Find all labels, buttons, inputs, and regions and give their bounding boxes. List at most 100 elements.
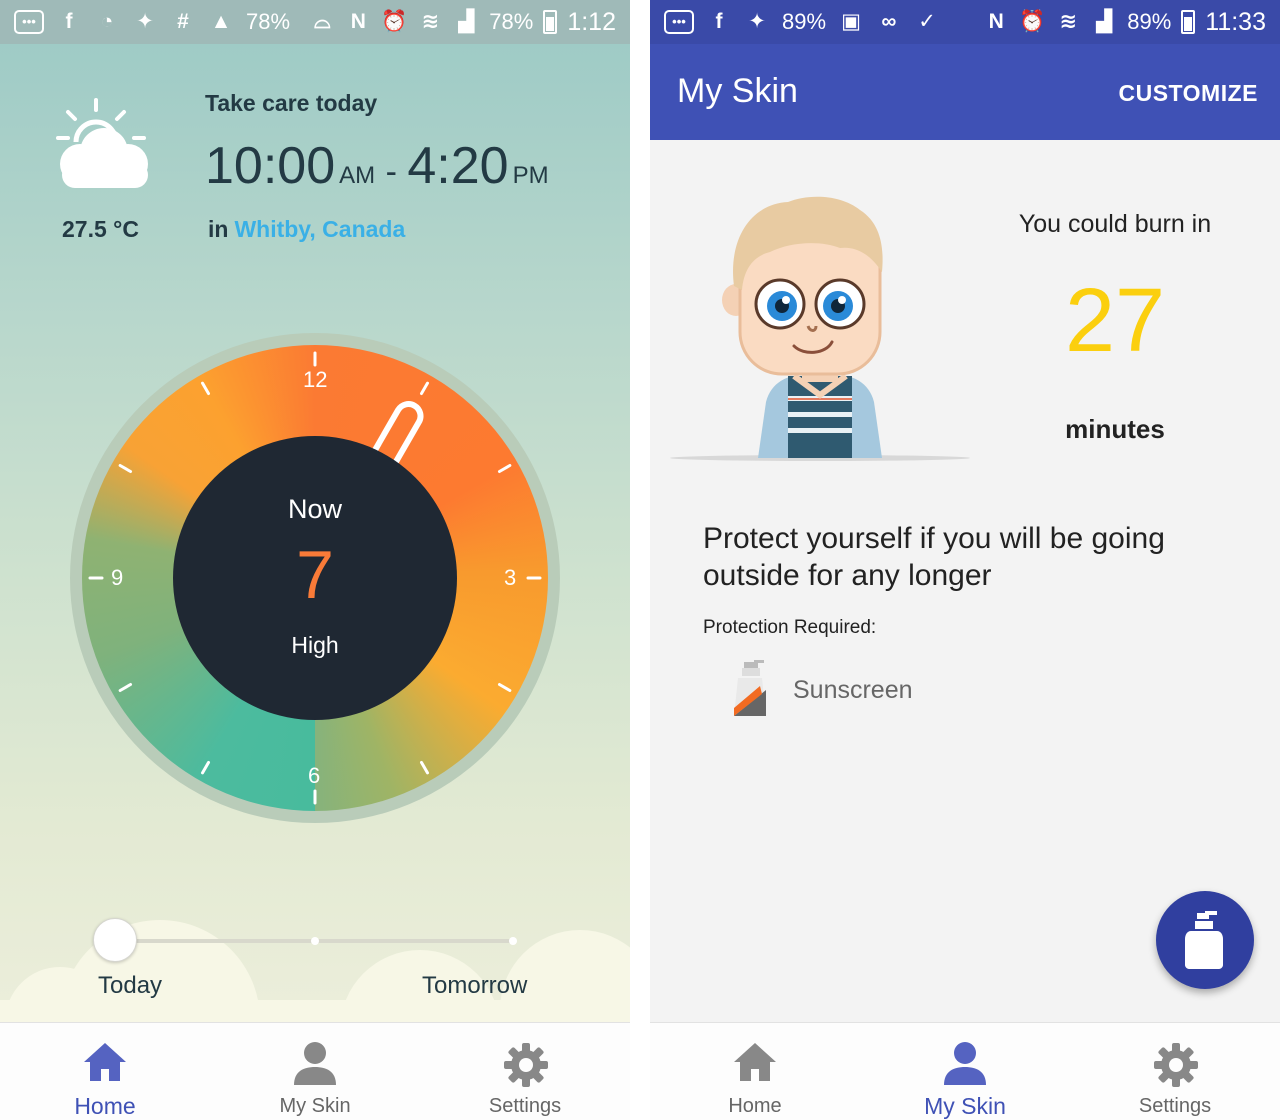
location-link[interactable]: Whitby, Canada bbox=[234, 216, 405, 242]
dial-tick bbox=[497, 464, 512, 473]
day-slider-midpoint bbox=[311, 937, 319, 945]
home-screen: ••• f ◔ ✦ # ▲ 78% ⌓ N ⏰ ≋ ▟ 78% 1:12 27.… bbox=[0, 0, 630, 1120]
protection-advice: Protect yourself if you will be going ou… bbox=[703, 522, 1165, 592]
nav-home[interactable]: Home bbox=[0, 1023, 210, 1120]
slack-icon: # bbox=[177, 10, 189, 33]
care-end-time: 4:20 bbox=[407, 137, 509, 195]
battery-icon bbox=[543, 10, 558, 34]
home-icon bbox=[84, 1043, 126, 1081]
burn-time-value: 27 bbox=[1064, 271, 1166, 371]
now-label: Now bbox=[287, 494, 342, 524]
nav-my-skin[interactable]: My Skin bbox=[860, 1023, 1070, 1120]
signal-icon: ▟ bbox=[458, 10, 475, 33]
day-slider-endpoint bbox=[509, 937, 517, 945]
care-start-period: AM bbox=[339, 162, 376, 189]
dial-tick bbox=[118, 683, 133, 692]
location-line: in Whitby, Canada bbox=[208, 216, 405, 243]
incognito-icon: ⌓ bbox=[313, 10, 331, 33]
twitter-icon: ✦ bbox=[748, 10, 766, 33]
care-title: Take care today bbox=[205, 90, 378, 116]
protection-item-sunscreen: Sunscreen bbox=[793, 676, 913, 704]
person-icon bbox=[944, 1042, 986, 1085]
dial-tick bbox=[118, 464, 133, 473]
nav-my-skin[interactable]: My Skin bbox=[210, 1023, 420, 1120]
day-slider[interactable] bbox=[93, 918, 525, 964]
alarm-icon: ⏰ bbox=[381, 10, 408, 33]
image-icon: ▣ bbox=[841, 10, 861, 33]
dial-hour-3: 3 bbox=[504, 565, 517, 590]
nav-settings-label: Settings bbox=[1138, 1095, 1212, 1117]
temperature: 27.5 °C bbox=[62, 216, 139, 242]
care-end-period: PM bbox=[512, 162, 549, 189]
voicemail-icon: ∞ bbox=[881, 10, 897, 33]
status-bar: ••• f ✦ 89% ▣ ∞ ✓ N ⏰ ≋ ▟ 89% 11:33 bbox=[650, 0, 1280, 44]
battery-icon bbox=[1181, 10, 1196, 34]
dial-tick bbox=[420, 760, 429, 775]
messenger-icon: ◔ bbox=[100, 10, 114, 33]
page-title: My Skin bbox=[677, 72, 798, 110]
gear-icon bbox=[1154, 1043, 1198, 1087]
care-time-range: 10:00 AM - 4:20 PM bbox=[205, 136, 549, 196]
status-bar: ••• f ◔ ✦ # ▲ 78% ⌓ N ⏰ ≋ ▟ 78% 1:12 bbox=[0, 0, 630, 44]
alarm-icon: ⏰ bbox=[1019, 10, 1046, 33]
my-skin-screen: ••• f ✦ 89% ▣ ∞ ✓ N ⏰ ≋ ▟ 89% 11:33 My S… bbox=[650, 0, 1280, 1120]
care-time-separator: - bbox=[385, 153, 397, 191]
nav-settings-label: Settings bbox=[488, 1095, 562, 1117]
person-icon bbox=[294, 1042, 336, 1085]
facebook-icon: f bbox=[65, 10, 73, 33]
slider-label-tomorrow[interactable]: Tomorrow bbox=[422, 972, 527, 1000]
signal-icon: ▟ bbox=[1096, 10, 1113, 33]
bottom-navigation: Home My Skin Settings bbox=[0, 1022, 630, 1120]
drive-icon: ▲ bbox=[210, 10, 232, 33]
customize-button[interactable]: CUSTOMIZE bbox=[1118, 80, 1258, 107]
skin-avatar-illustration bbox=[670, 196, 970, 461]
sunscreen-icon bbox=[734, 660, 766, 716]
nav-settings[interactable]: Settings bbox=[420, 1023, 630, 1120]
nav-home-label: Home bbox=[728, 1095, 782, 1117]
bottom-navigation: Home My Skin Settings bbox=[650, 1022, 1280, 1120]
dial-tick bbox=[201, 381, 210, 396]
uv-index-readout: Now 7 High bbox=[173, 436, 457, 720]
battery-level: 78% bbox=[489, 9, 534, 34]
status-time: 1:12 bbox=[567, 7, 616, 36]
nav-home-label: Home bbox=[74, 1093, 136, 1119]
secondary-battery-level: 78% bbox=[246, 9, 291, 34]
nav-home[interactable]: Home bbox=[650, 1023, 860, 1120]
burn-caption: You could burn in bbox=[1018, 210, 1212, 238]
dial-tick bbox=[420, 381, 429, 396]
message-icon: ••• bbox=[664, 10, 694, 34]
protection-required-label: Protection Required: bbox=[703, 617, 877, 638]
day-slider-handle[interactable] bbox=[93, 918, 137, 962]
dial-hour-12: 12 bbox=[303, 367, 328, 392]
message-icon: ••• bbox=[14, 10, 44, 34]
uv-index-value: 7 bbox=[296, 537, 334, 613]
home-icon bbox=[734, 1043, 776, 1081]
partly-sunny-icon bbox=[56, 98, 148, 188]
facebook-icon: f bbox=[715, 10, 723, 33]
uv-level-label: High bbox=[291, 632, 339, 658]
dial-hour-6: 6 bbox=[308, 763, 321, 788]
dial-tick bbox=[201, 760, 210, 775]
dial-hour-9: 9 bbox=[111, 565, 124, 590]
check-icon: ✓ bbox=[918, 10, 936, 33]
care-start-time: 10:00 bbox=[205, 137, 336, 195]
nav-settings[interactable]: Settings bbox=[1070, 1023, 1280, 1120]
nav-my-skin-label: My Skin bbox=[279, 1095, 351, 1117]
secondary-battery-level: 89% bbox=[782, 9, 827, 34]
nav-my-skin-label: My Skin bbox=[924, 1093, 1006, 1119]
slider-label-today[interactable]: Today bbox=[98, 972, 162, 1000]
uv-dial[interactable]: 12 3 6 9 Now 7 High bbox=[70, 333, 560, 823]
battery-level: 89% bbox=[1127, 9, 1172, 34]
twitter-icon: ✦ bbox=[136, 10, 154, 33]
gear-icon bbox=[504, 1043, 548, 1087]
burn-time-unit: minutes bbox=[1065, 414, 1165, 444]
wifi-icon: ≋ bbox=[421, 10, 440, 33]
sunscreen-fab[interactable] bbox=[1156, 891, 1254, 989]
status-time: 11:33 bbox=[1205, 7, 1266, 36]
sunscreen-bottle-icon bbox=[1185, 911, 1223, 969]
nfc-icon: N bbox=[350, 10, 366, 33]
dial-tick bbox=[497, 683, 512, 692]
app-bar: My Skin CUSTOMIZE bbox=[650, 44, 1280, 140]
wifi-icon: ≋ bbox=[1059, 10, 1078, 33]
nfc-icon: N bbox=[988, 10, 1004, 33]
